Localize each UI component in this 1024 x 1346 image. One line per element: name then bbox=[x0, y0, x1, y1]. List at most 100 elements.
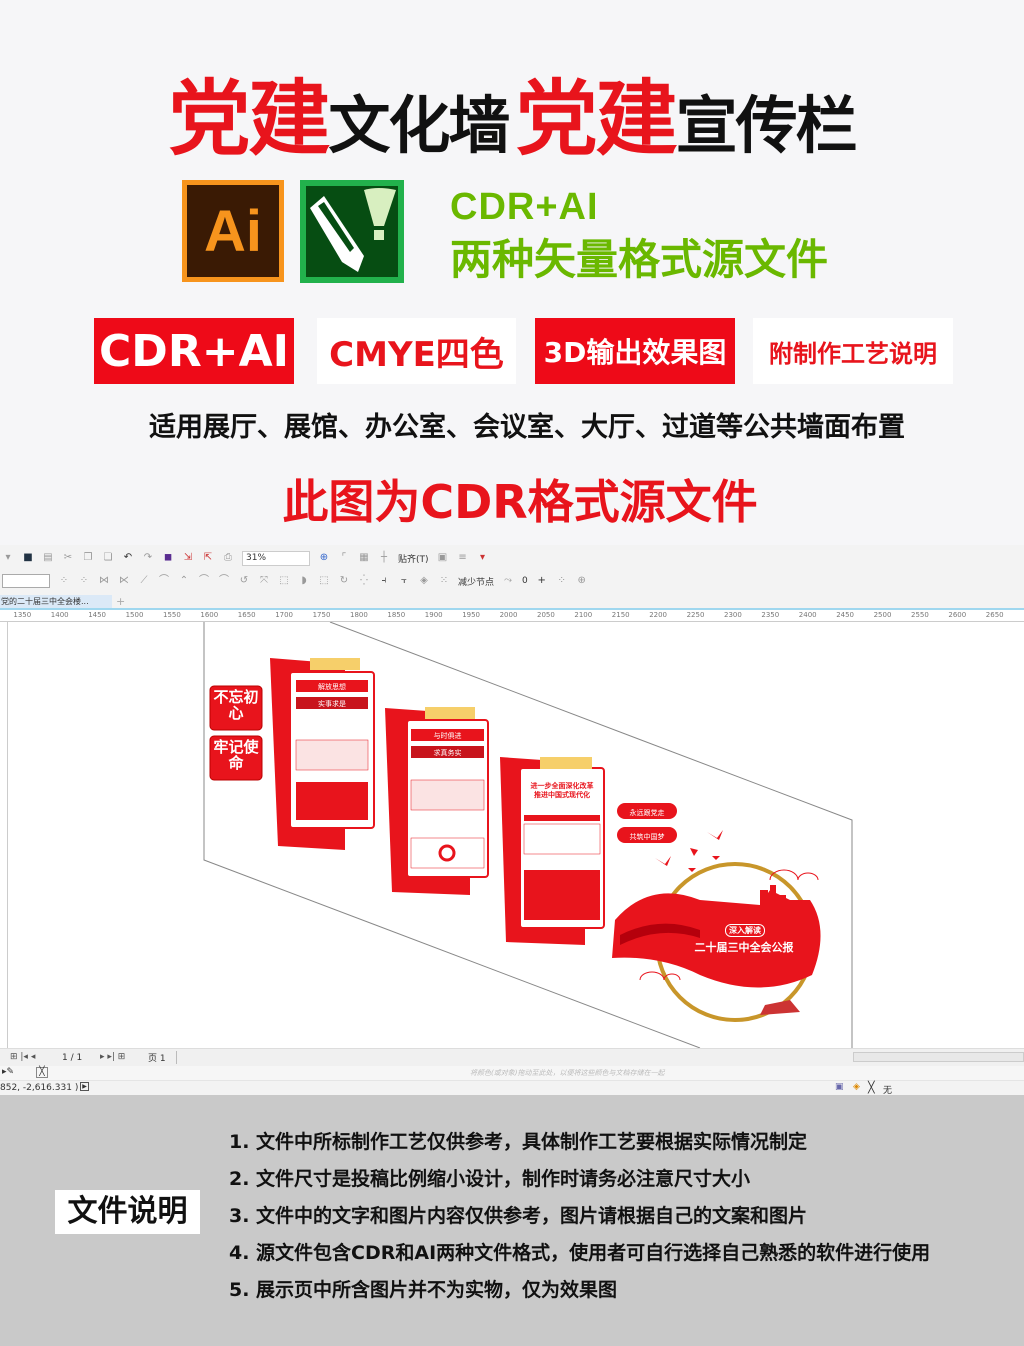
document-tab[interactable]: 党的二十届三中全会楼... bbox=[0, 595, 112, 608]
ruler-tick: 1850 bbox=[387, 611, 406, 619]
break-curve-icon[interactable]: ⋉ bbox=[118, 575, 130, 587]
ruler-tick: 1500 bbox=[125, 611, 144, 619]
node-tool-icon[interactable]: ⁘ bbox=[78, 575, 90, 587]
property-bar: ⁘ ⁘ ⋈ ⋉ ⟋ ⌒ ⌃ ⌒ ⌒ ↺ ⤧ ⬚ ◗ ⬚ ↻ ⁛ ⫞ ⫟ ◈ ⁙ … bbox=[0, 570, 1024, 592]
ruler-tick: 2150 bbox=[611, 611, 630, 619]
select-all-nodes-icon[interactable]: ⁙ bbox=[438, 575, 450, 587]
ruler-tick: 1550 bbox=[163, 611, 181, 619]
horizontal-ruler[interactable]: 1300135014001450150015501600165017001750… bbox=[0, 608, 1024, 622]
print-icon[interactable]: ▤ bbox=[42, 552, 54, 564]
cusp-icon[interactable]: ⌃ bbox=[178, 575, 190, 587]
ruler-tick: 2300 bbox=[724, 611, 742, 619]
symmetrical-icon[interactable]: ⌒ bbox=[218, 575, 230, 587]
badge-cdr-ai: CDR+AI bbox=[94, 318, 294, 384]
extend-icon[interactable]: ⤧ bbox=[258, 575, 270, 587]
options-icon[interactable]: ▣ bbox=[437, 552, 449, 564]
to-line-icon[interactable]: ⟋ bbox=[138, 575, 150, 587]
extract-icon[interactable]: ⬚ bbox=[278, 575, 290, 587]
title-part: 党建 bbox=[168, 72, 330, 167]
paste-icon[interactable]: ❏ bbox=[102, 552, 114, 564]
badge-3d: 3D输出效果图 bbox=[535, 318, 735, 384]
ruler-tick: 2650 bbox=[985, 611, 1004, 619]
panel2-label: 与时俱进 bbox=[433, 732, 462, 740]
add-icon[interactable]: ⊕ bbox=[576, 575, 588, 587]
eyedropper-icon[interactable]: ▸✎ bbox=[2, 1067, 14, 1077]
undo-icon[interactable]: ↶ bbox=[122, 552, 134, 564]
note-item: 2. 文件尺寸是投稿比例缩小设计，制作时请务必注意尺寸大小 bbox=[229, 1168, 751, 1190]
horizontal-scrollbar[interactable] bbox=[853, 1052, 1024, 1062]
drawing-canvas[interactable]: 不忘初心 牢记使命 解放思想 实事求是 与时俱进 求真务实 进一步全面深化改革 … bbox=[8, 622, 1024, 1048]
pill-label: 共筑中国梦 bbox=[629, 833, 665, 841]
ruler-tick: 2450 bbox=[836, 611, 855, 619]
curve-smoothness-icon: ⤳ bbox=[504, 575, 513, 586]
ruler-tick: 1450 bbox=[88, 611, 107, 619]
rotate-icon[interactable]: ↻ bbox=[338, 575, 350, 587]
page-title: 党建文化墙 党建宣传栏 bbox=[0, 52, 1024, 171]
smooth-icon[interactable]: ⌒ bbox=[198, 575, 210, 587]
page-nav-buttons[interactable]: ⊞ |◂ ◂ bbox=[10, 1052, 35, 1062]
ruler-tick: 1700 bbox=[275, 611, 294, 619]
play-icon[interactable]: ▶ bbox=[80, 1082, 89, 1091]
redo-icon[interactable]: ↷ bbox=[142, 552, 154, 564]
app-launcher-icon[interactable]: ◼ bbox=[162, 552, 174, 564]
usage-text: 适用展厅、展馆、办公室、会议室、大厅、过道等公共墙面布置 bbox=[149, 412, 905, 443]
align-nodes-icon[interactable]: ⁛ bbox=[358, 575, 370, 587]
smoothness-value[interactable]: 0 bbox=[522, 576, 528, 586]
guidelines-icon[interactable]: ┼ bbox=[378, 552, 390, 564]
copy-icon[interactable]: ❐ bbox=[82, 552, 94, 564]
panel1-label: 解放思想 bbox=[318, 683, 346, 691]
mirror-h-icon[interactable]: ⫞ bbox=[378, 575, 390, 587]
formats-line1: CDR+AI bbox=[450, 186, 599, 228]
full-screen-icon[interactable]: ⊕ bbox=[318, 552, 330, 564]
grid-icon[interactable]: ▦ bbox=[358, 552, 370, 564]
pill-label: 永远跟党走 bbox=[629, 809, 665, 817]
launch-icon[interactable]: ▾ bbox=[477, 552, 489, 564]
close-curve-icon[interactable]: ◗ bbox=[298, 575, 310, 587]
plus-icon[interactable]: + bbox=[536, 575, 548, 587]
import-icon[interactable]: ⇲ bbox=[182, 552, 194, 564]
panel-tab bbox=[425, 707, 475, 719]
stretch-icon[interactable]: ⬚ bbox=[318, 575, 330, 587]
join-nodes-icon[interactable]: ⋈ bbox=[98, 575, 110, 587]
elastic-icon[interactable]: ◈ bbox=[418, 575, 430, 587]
snap-to-menu[interactable]: 贴齐(T) bbox=[398, 552, 429, 565]
no-outline-icon[interactable]: ╳ bbox=[868, 1081, 875, 1094]
zoom-select[interactable]: 31% bbox=[242, 550, 310, 566]
bounding-box-icon[interactable]: ⁘ bbox=[556, 575, 568, 587]
ruler-tick: 2200 bbox=[649, 611, 668, 619]
cut-icon[interactable]: ✂ bbox=[62, 552, 74, 564]
export-icon[interactable]: ⇱ bbox=[202, 552, 214, 564]
title-part: 宣传栏 bbox=[675, 89, 858, 162]
ruler-tick: 2500 bbox=[873, 611, 892, 619]
save-icon[interactable]: ■ bbox=[22, 552, 34, 564]
style-select[interactable] bbox=[2, 574, 50, 588]
badge-cmyk: CMYE四色 bbox=[317, 318, 516, 384]
ruler-tick: 2550 bbox=[911, 611, 929, 619]
fill-icon[interactable]: ◈ bbox=[853, 1082, 860, 1092]
ruler-tick: 1350 bbox=[13, 611, 32, 619]
new-tab-icon[interactable]: + bbox=[116, 595, 125, 608]
publish-pdf-icon[interactable]: ⎙ bbox=[222, 552, 234, 564]
page-navigator: ⊞ |◂ ◂ 1 / 1 ▸ ▸| ⊞ 页 1 bbox=[0, 1048, 1024, 1066]
coreldraw-window: ▾ ■ ▤ ✂ ❐ ❏ ↶ ↷ ◼ ⇲ ⇱ ⎙ 31% ⊕ ⌜ ▦ ┼ 贴齐(T… bbox=[0, 545, 1024, 1096]
palette-hint: 将颜色(或对象)拖动至此处，以便将这些颜色与文档存储在一起 bbox=[470, 1069, 665, 1077]
panel1-label: 实事求是 bbox=[318, 700, 346, 708]
color-proof-icon[interactable]: ▣ bbox=[835, 1082, 844, 1092]
ruler-tick: 1800 bbox=[350, 611, 368, 619]
to-curve-icon[interactable]: ⌒ bbox=[158, 575, 170, 587]
node-tool-icon[interactable]: ⁘ bbox=[58, 575, 70, 587]
note-item: 5. 展示页中所含图片并不为实物，仅为效果图 bbox=[229, 1279, 618, 1301]
open-icon[interactable]: ▾ bbox=[2, 552, 14, 564]
page-nav-next[interactable]: ▸ ▸| ⊞ bbox=[100, 1052, 125, 1062]
mirror-v-icon[interactable]: ⫟ bbox=[398, 575, 410, 587]
reverse-icon[interactable]: ↺ bbox=[238, 575, 250, 587]
ruler-tick: 1950 bbox=[462, 611, 481, 619]
rulers-icon[interactable]: ⌜ bbox=[338, 552, 350, 564]
emblem-title: 二十届三中全会公报 bbox=[694, 941, 794, 954]
page-tab[interactable]: 页 1 bbox=[146, 1051, 177, 1064]
vertical-ruler[interactable] bbox=[0, 622, 8, 1048]
reduce-nodes-button[interactable]: 减少节点 bbox=[458, 575, 494, 588]
page-counter: 1 / 1 bbox=[62, 1053, 83, 1063]
align-icon[interactable]: ≡ bbox=[457, 552, 469, 564]
no-color-swatch[interactable]: ╳ bbox=[36, 1067, 48, 1078]
